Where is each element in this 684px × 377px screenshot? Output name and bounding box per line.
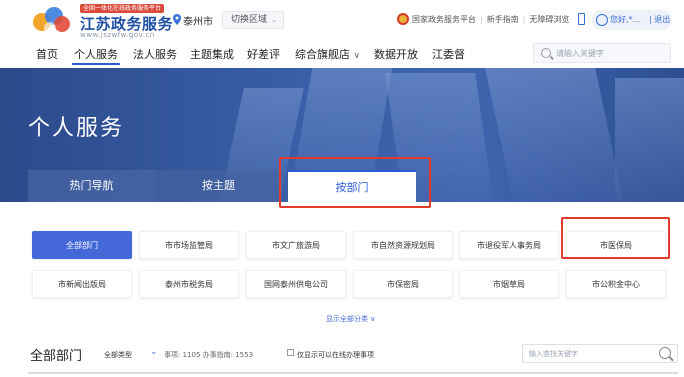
dept-natural-resources[interactable]: 市自然资源规划局 [353,231,453,259]
user-greeting[interactable]: 您好,*... [610,10,640,30]
location-pin-icon [173,14,181,25]
dept-market-supervision[interactable]: 市市场监管局 [139,231,239,259]
dept-press-publication[interactable]: 市新闻出版局 [32,270,132,298]
search-icon[interactable] [659,347,671,359]
section-title: 全部部门 [30,349,83,364]
dept-search-input[interactable] [529,348,649,360]
nav-personal-services[interactable]: 个人服务 [74,46,118,62]
chevron-down-icon: ⌄ [271,16,277,24]
dept-veterans-affairs[interactable]: 市退役军人事务局 [459,231,559,259]
dept-search[interactable] [522,344,678,363]
nav-supervision[interactable]: 江委督 [432,46,465,62]
user-avatar-icon [596,14,608,26]
building-decoration [615,78,684,202]
dept-tobacco[interactable]: 市烟草局 [459,270,559,298]
nav-active-indicator [72,63,120,65]
tab-by-theme[interactable]: 按主题 [155,170,282,202]
national-emblem-icon [397,13,409,25]
top-links: 国家政务服务平台 | 新手指南 | 无障碍浏览 [412,15,570,24]
nav-flagship-store[interactable]: 综合旗舰店 ∨ [295,46,360,62]
stats-summary: 事项: 1105 办事指南: 1553 [164,351,254,359]
current-city: 泰州市 [183,17,213,28]
highlight-box-tab [279,157,431,208]
logout-label: 退出 [654,15,671,24]
user-pill[interactable]: 您好,*... | 退出 [592,10,672,30]
show-all-categories-link[interactable]: 显示全部分类 ∨ [326,314,375,324]
switch-region-label: 切换区域 [231,15,268,25]
link-beginner-guide[interactable]: 新手指南 [487,15,519,24]
dept-secrecy[interactable]: 市保密局 [353,270,453,298]
switch-region-button[interactable]: 切换区域 ⌄ [222,11,284,29]
building-decoration [485,68,625,202]
mobile-icon[interactable] [578,13,585,25]
search-icon[interactable] [541,48,551,58]
header-search[interactable] [533,43,671,63]
brand-url: www.jszwfw.gov.cn [80,31,155,39]
nav-rating[interactable]: 好差评 [247,46,280,62]
dept-culture-tourism[interactable]: 市文广旅游局 [246,231,346,259]
nav-legal-entity-services[interactable]: 法人服务 [133,46,177,62]
type-filter-label[interactable]: 全部类型 [104,350,132,360]
logout-link[interactable]: | 退出 [649,10,670,30]
divider [28,372,678,374]
nav-flagship-label: 综合旗舰店 [295,48,350,61]
logo-icon[interactable] [30,4,74,36]
nav-theme-integration[interactable]: 主题集成 [190,46,234,62]
link-national-platform[interactable]: 国家政务服务平台 [412,15,476,24]
nav-open-data[interactable]: 数据开放 [374,46,418,62]
dept-power-supply[interactable]: 国网泰州供电公司 [246,270,346,298]
online-only-label[interactable]: 仅显示可以在线办理事项 [297,350,374,360]
nav-home[interactable]: 首页 [36,46,58,62]
highlight-box-dept [561,217,670,259]
dept-all[interactable]: 全部部门 [32,231,132,259]
header-search-input[interactable] [556,46,666,60]
chevron-down-icon: ∨ [353,51,361,61]
brand-badge: 全国一体化在线政务服务平台 [80,4,165,13]
chevron-down-icon[interactable]: ⌄ [150,347,158,357]
dept-taxation[interactable]: 泰州市税务局 [139,270,239,298]
tab-hot-navigation[interactable]: 热门导航 [28,170,155,202]
page-title: 个人服务 [28,116,125,141]
online-only-checkbox[interactable] [287,349,294,356]
dept-housing-fund[interactable]: 市公积金中心 [566,270,666,298]
top-bar: 全国一体化在线政务服务平台 江苏政务服务 www.jszwfw.gov.cn 泰… [0,0,684,40]
link-accessibility[interactable]: 无障碍浏览 [529,15,569,24]
